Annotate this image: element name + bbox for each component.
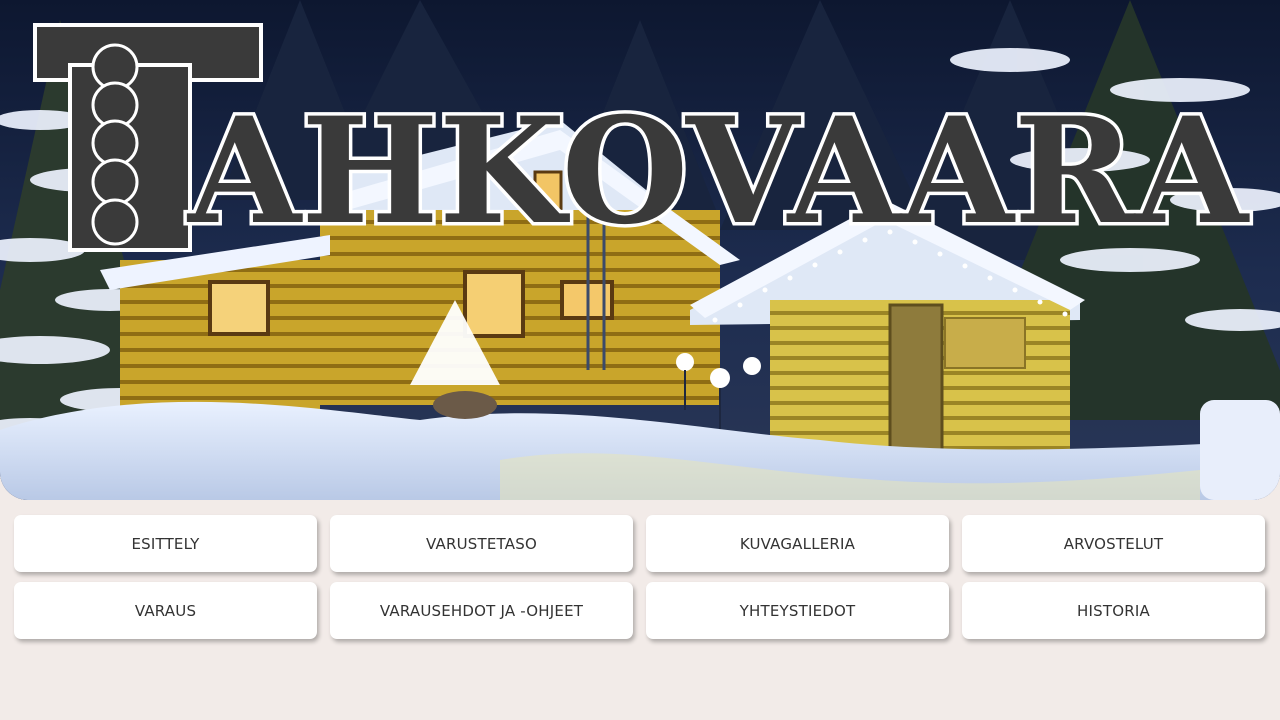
- nav-arvostelut-button[interactable]: ARVOSTELUT: [962, 515, 1265, 572]
- nav-esittely-button[interactable]: ESITTELY: [14, 515, 317, 572]
- nav-kuvagalleria-button[interactable]: KUVAGALLERIA: [646, 515, 949, 572]
- nav-historia-button[interactable]: HISTORIA: [962, 582, 1265, 639]
- site-title: AHKOVAARA: [186, 86, 1250, 257]
- main-navigation: ESITTELY VARUSTETASO KUVAGALLERIA ARVOST…: [14, 515, 1266, 639]
- nav-varausehdot-button[interactable]: VARAUSEHDOT JA -OHJEET: [330, 582, 633, 639]
- hero-banner: AHKOVAARA: [0, 0, 1280, 500]
- tahkovaara-wordmark: AHKOVAARA: [183, 83, 1254, 261]
- nav-varaus-button[interactable]: VARAUS: [14, 582, 317, 639]
- nav-yhteystiedot-button[interactable]: YHTEYSTIEDOT: [646, 582, 949, 639]
- nav-varustetaso-button[interactable]: VARUSTETASO: [330, 515, 633, 572]
